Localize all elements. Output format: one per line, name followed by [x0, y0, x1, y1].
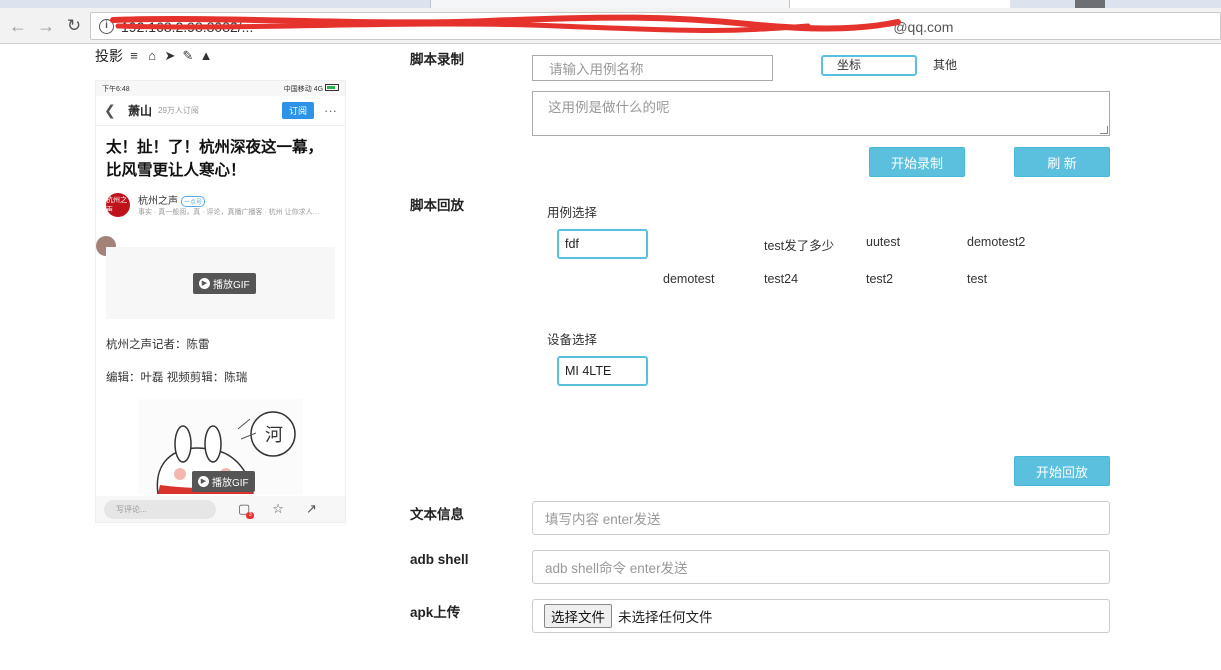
- tab-active[interactable]: [790, 0, 1010, 8]
- apk-file-input[interactable]: 选择文件 未选择任何文件: [532, 599, 1110, 633]
- play-icon: ▶: [199, 278, 210, 289]
- article-header: ❮ 萧山 29万人订阅 订阅 ···: [96, 96, 345, 126]
- tab-inactive[interactable]: [430, 0, 790, 8]
- back-arrow-icon[interactable]: ←: [6, 14, 30, 38]
- adb-shell-input[interactable]: adb shell命令 enter发送: [532, 550, 1110, 584]
- start-replay-button[interactable]: 开始回放: [1014, 456, 1110, 486]
- editor-line: 编辑：叶磊 视频剪辑：陈瑞: [106, 372, 248, 384]
- case-option[interactable]: test发了多少: [764, 235, 834, 254]
- more-icon[interactable]: ···: [324, 103, 337, 118]
- pencil-icon[interactable]: ✎: [181, 49, 195, 63]
- author-desc: 事实 · 真一般阅，真 · 评论，真播广播客 · 杭州 让你求人…: [138, 209, 320, 216]
- back-circle-icon[interactable]: ➤: [163, 49, 177, 63]
- article-title: 太！扯！了！杭州深夜这一幕，比风雪更让人寒心！: [106, 139, 324, 179]
- author-avatar[interactable]: 杭州之声: [106, 192, 130, 217]
- url-text: 192.168.2.98:8082/... @qq.com: [121, 19, 954, 35]
- author-name: 杭州之声 一点号: [138, 192, 320, 207]
- case-option[interactable]: test24: [764, 272, 798, 286]
- channel-fans: 29万人订阅: [158, 106, 199, 115]
- subscribe-button[interactable]: 订阅: [281, 102, 314, 119]
- gif-placeholder[interactable]: ▶ 播放GIF: [106, 247, 335, 319]
- battery-icon: [325, 83, 339, 91]
- play-icon: ▶: [198, 476, 209, 487]
- menu-icon[interactable]: ≡: [127, 49, 141, 63]
- refresh-button[interactable]: 刷 新: [1014, 147, 1110, 177]
- apk-upload-label: apk上传: [410, 605, 461, 620]
- other-option[interactable]: 其他: [933, 56, 957, 73]
- cast-toolbar: 投影 ≡ ⌂ ➤ ✎ ▲: [95, 46, 213, 66]
- case-description-textarea[interactable]: 这用例是做什么的呢: [532, 91, 1110, 136]
- case-option[interactable]: demotest2: [967, 235, 1025, 249]
- comment-count: 3: [246, 512, 255, 519]
- browser-toolbar: ← → ↻ i 192.168.2.98:8082/... @qq.com: [0, 8, 1221, 44]
- no-file-text: 未选择任何文件: [618, 610, 713, 625]
- case-select-label: 用例选择: [547, 206, 598, 220]
- upload-icon[interactable]: ▲: [199, 49, 213, 63]
- reload-icon[interactable]: ↻: [62, 14, 86, 38]
- start-record-button[interactable]: 开始录制: [869, 147, 965, 177]
- forward-arrow-icon[interactable]: →: [34, 14, 58, 38]
- phone-screen[interactable]: 下午6:48 中国移动 4G ❮ 萧山 29万人订阅 订阅 ··· 太！扯！了！…: [95, 80, 346, 523]
- case-name-input[interactable]: 请输入用例名称: [532, 55, 773, 81]
- info-icon[interactable]: i: [99, 19, 114, 34]
- comment-icon[interactable]: ▢ 3: [238, 501, 255, 519]
- text-info-input[interactable]: 填写内容 enter发送: [532, 501, 1110, 535]
- resize-handle-icon[interactable]: [1100, 126, 1108, 134]
- play-gif-button[interactable]: ▶ 播放GIF: [193, 273, 256, 294]
- home-icon[interactable]: ⌂: [145, 49, 159, 63]
- case-option[interactable]: test: [967, 272, 987, 286]
- star-icon[interactable]: ☆: [272, 501, 284, 517]
- text-info-label: 文本信息: [410, 507, 464, 522]
- adb-shell-label: adb shell: [410, 552, 469, 567]
- reporter-line: 杭州之声记者：陈雷: [106, 339, 210, 351]
- share-icon[interactable]: ↗: [306, 501, 317, 517]
- address-bar[interactable]: i 192.168.2.98:8082/... @qq.com: [90, 12, 1221, 40]
- svg-text:河: 河: [265, 425, 283, 446]
- case-option[interactable]: test2: [866, 272, 893, 286]
- case-option-selected[interactable]: fdf: [557, 229, 648, 259]
- comment-input[interactable]: 写评论...: [104, 499, 216, 519]
- coord-button[interactable]: 坐标: [821, 55, 917, 76]
- comment-bar: 写评论... ▢ 3 ☆ ↗: [96, 496, 345, 522]
- cast-label: 投影: [95, 48, 123, 64]
- phone-status-bar: 下午6:48 中国移动 4G: [96, 81, 345, 96]
- channel-name: 萧山: [128, 104, 153, 118]
- tab-other[interactable]: [1075, 0, 1105, 8]
- device-select-label: 设备选择: [547, 333, 598, 347]
- chevron-left-icon[interactable]: ❮: [104, 102, 128, 119]
- replay-label: 脚本回放: [410, 198, 464, 213]
- choose-file-button[interactable]: 选择文件: [544, 604, 612, 628]
- cartoon-gif[interactable]: 河 ▶ 播放GIF: [138, 399, 303, 494]
- author-row: 杭州之声 杭州之声 一点号 事实 · 真一般阅，真 · 评论，真播广播客 · 杭州…: [96, 182, 345, 217]
- tab-strip: [0, 0, 1221, 8]
- case-option[interactable]: uutest: [866, 235, 900, 249]
- play-gif-button-2[interactable]: ▶ 播放GIF: [192, 471, 255, 492]
- device-option-selected[interactable]: MI 4LTE: [557, 356, 648, 386]
- case-option[interactable]: demotest: [663, 272, 714, 286]
- record-label: 脚本录制: [410, 52, 464, 67]
